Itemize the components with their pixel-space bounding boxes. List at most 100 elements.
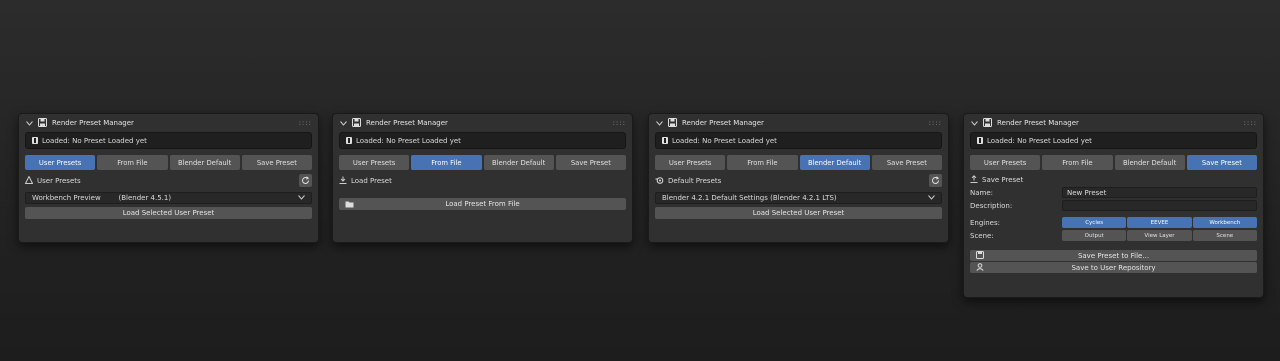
status-text: Loaded: No Preset Loaded yet — [987, 136, 1092, 145]
tab-blender-default[interactable]: Blender Default — [799, 155, 870, 170]
tab-blender-default[interactable]: Blender Default — [1114, 155, 1185, 170]
save-preset-to-file-button[interactable]: Save Preset to File... — [970, 250, 1257, 261]
tab-save-preset[interactable]: Save Preset — [871, 155, 942, 170]
preset-dropdown[interactable]: Workbench Preview (Blender 4.5.1) — [25, 192, 312, 204]
scene-scene-toggle[interactable]: Scene — [1192, 230, 1257, 241]
tab-user-presets[interactable]: User Presets — [970, 155, 1041, 170]
divider — [970, 248, 1257, 249]
tab-user-presets[interactable]: User Presets — [339, 155, 410, 170]
save-to-user-repository-button[interactable]: Save to User Repository — [970, 262, 1257, 273]
load-preset-from-file-button[interactable]: Load Preset From File — [339, 198, 626, 210]
user-presets-icon — [24, 174, 34, 186]
engines-toggles: Cycles EEVEE Workbench — [1062, 217, 1257, 228]
button-label: Save Preset to File... — [1077, 251, 1150, 260]
chevron-down-icon — [298, 194, 305, 202]
engine-workbench-toggle[interactable]: Workbench — [1192, 217, 1257, 228]
tab-bar: User Presets From File Blender Default S… — [25, 155, 312, 170]
status-box: Loaded: No Preset Loaded yet — [339, 132, 626, 149]
refresh-icon — [302, 176, 310, 184]
status-text: Loaded: No Preset Loaded yet — [42, 136, 147, 145]
section-label: Save Preset — [982, 176, 1024, 184]
import-icon — [339, 176, 347, 186]
render-preset-panel-save: Render Preset Manager :::: Loaded: No Pr… — [963, 113, 1264, 298]
tab-user-presets[interactable]: User Presets — [655, 155, 726, 170]
description-label: Description: — [970, 201, 1013, 210]
description-row: Description: — [970, 199, 1257, 212]
status-box: Loaded: No Preset Loaded yet — [25, 132, 312, 149]
drag-grip-icon[interactable]: :::: — [613, 119, 626, 127]
preset-dropdown-value: Workbench Preview (Blender 4.5.1) — [32, 194, 172, 202]
panel-header[interactable]: Render Preset Manager :::: — [649, 114, 948, 132]
folder-icon — [345, 200, 354, 210]
section-label: User Presets — [37, 176, 81, 185]
button-label: Save to User Repository — [1071, 263, 1156, 272]
load-selected-user-preset-button[interactable]: Load Selected User Preset — [25, 207, 312, 219]
panel-header[interactable]: Render Preset Manager :::: — [964, 114, 1263, 132]
description-field[interactable] — [1062, 200, 1257, 211]
render-preset-panel-default: Render Preset Manager :::: Loaded: No Pr… — [648, 113, 949, 243]
section-label: Load Preset — [351, 176, 392, 185]
button-label: Load Preset From File — [445, 200, 520, 208]
scene-view-layer-toggle[interactable]: View Layer — [1127, 230, 1192, 241]
scene-toggles: Output View Layer Scene — [1062, 230, 1257, 241]
section-header: Load Preset — [339, 174, 626, 187]
chevron-down-icon — [928, 194, 935, 202]
save-disk-icon — [668, 117, 677, 129]
refresh-icon — [932, 176, 940, 184]
engine-eevee-toggle[interactable]: EEVEE — [1127, 217, 1192, 228]
panel-title: Render Preset Manager — [997, 119, 1079, 127]
chevron-down-icon[interactable] — [970, 120, 978, 126]
scene-output-toggle[interactable]: Output — [1062, 230, 1127, 241]
preset-dropdown[interactable]: Blender 4.2.1 Default Settings (Blender … — [655, 192, 942, 204]
blender-icon — [655, 176, 664, 186]
status-box: Loaded: No Preset Loaded yet — [970, 132, 1257, 149]
info-icon — [662, 137, 668, 144]
tab-blender-default[interactable]: Blender Default — [169, 155, 240, 170]
section-label: Default Presets — [668, 176, 722, 185]
save-disk-icon — [976, 251, 984, 261]
load-selected-user-preset-button[interactable]: Load Selected User Preset — [655, 207, 942, 219]
engine-cycles-toggle[interactable]: Cycles — [1062, 217, 1127, 228]
tab-bar: User Presets From File Blender Default S… — [655, 155, 942, 170]
info-icon — [977, 137, 983, 144]
drag-grip-icon[interactable]: :::: — [299, 119, 312, 127]
refresh-button[interactable] — [929, 174, 942, 187]
save-disk-icon — [352, 117, 361, 129]
name-row: Name: New Preset — [970, 186, 1257, 199]
drag-grip-icon[interactable]: :::: — [1244, 119, 1257, 127]
section-header: Save Preset — [970, 174, 1257, 186]
tab-save-preset[interactable]: Save Preset — [555, 155, 626, 170]
tab-from-file[interactable]: From File — [97, 155, 168, 170]
preset-name-field[interactable]: New Preset — [1062, 187, 1257, 198]
tab-blender-default[interactable]: Blender Default — [483, 155, 554, 170]
info-icon — [32, 137, 38, 144]
panel-header[interactable]: Render Preset Manager :::: — [19, 114, 318, 132]
tab-from-file[interactable]: From File — [411, 155, 482, 170]
refresh-button[interactable] — [299, 174, 312, 187]
tab-save-preset[interactable]: Save Preset — [241, 155, 312, 170]
scene-label: Scene: — [970, 231, 994, 240]
panel-header[interactable]: Render Preset Manager :::: — [333, 114, 632, 132]
chevron-down-icon[interactable] — [339, 120, 347, 126]
tab-from-file[interactable]: From File — [727, 155, 798, 170]
scene-row: Scene: Output View Layer Scene — [970, 229, 1257, 242]
panel-title: Render Preset Manager — [52, 119, 134, 127]
section-header: User Presets — [24, 174, 312, 187]
tab-user-presets[interactable]: User Presets — [25, 155, 96, 170]
tab-save-preset[interactable]: Save Preset — [1186, 155, 1257, 170]
save-disk-icon — [38, 117, 47, 129]
save-disk-icon — [983, 117, 992, 129]
status-text: Loaded: No Preset Loaded yet — [356, 136, 461, 145]
engines-label: Engines: — [970, 218, 1000, 227]
drag-grip-icon[interactable]: :::: — [929, 119, 942, 127]
info-icon — [346, 137, 352, 144]
chevron-down-icon[interactable] — [655, 120, 663, 126]
engines-row: Engines: Cycles EEVEE Workbench — [970, 216, 1257, 229]
tab-from-file[interactable]: From File — [1042, 155, 1113, 170]
chevron-down-icon[interactable] — [25, 120, 33, 126]
render-preset-panel-user: Render Preset Manager :::: Loaded: No Pr… — [18, 113, 319, 243]
name-label: Name: — [970, 188, 994, 197]
panel-title: Render Preset Manager — [366, 119, 448, 127]
panel-title: Render Preset Manager — [682, 119, 764, 127]
tab-bar: User Presets From File Blender Default S… — [970, 155, 1257, 170]
